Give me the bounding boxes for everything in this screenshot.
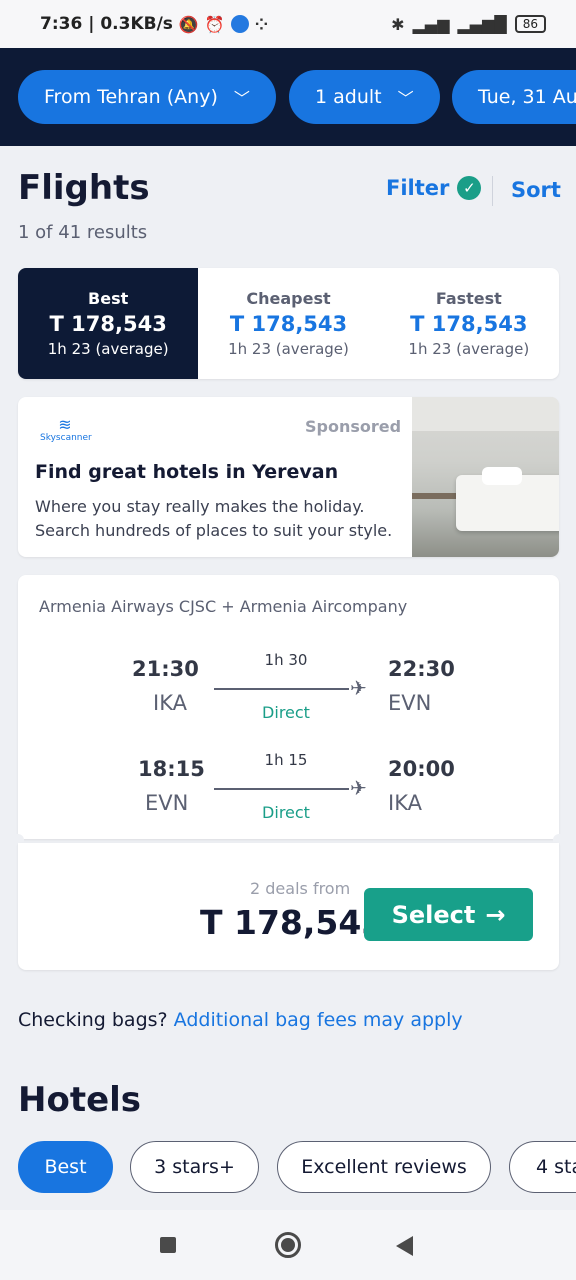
bag-fees-link[interactable]: Additional bag fees may apply [174, 1009, 463, 1031]
hotel-chip-best[interactable]: Best [18, 1141, 113, 1193]
flight-duration: 1h 15 [264, 751, 308, 769]
chevron-down-icon: ﹀ [233, 89, 250, 108]
outbound-leg: 21:30 IKA 1h 30 ✈ Direct 22:30 EVN [18, 645, 559, 725]
departure-airport: EVN [145, 791, 189, 815]
date-selector[interactable]: Tue, 31 Aug [452, 70, 576, 124]
return-leg: 18:15 EVN 1h 15 ✈ Direct 20:00 IKA [18, 745, 559, 825]
route-line [214, 788, 349, 790]
tab-duration: 1h 23 (average) [408, 340, 530, 358]
bag-fees-prefix: Checking bags? [18, 1009, 168, 1031]
select-button[interactable]: Select → [364, 888, 533, 941]
filter-button[interactable]: Filter ✓ [386, 176, 482, 200]
bluetooth-icon: ✱ [391, 14, 405, 34]
search-header: From Tehran (Any) ﹀ 1 adult ﹀ Tue, 31 Au… [0, 48, 576, 146]
sponsored-hotel-ad[interactable]: ≋ Skyscanner Sponsored Find great hotels… [18, 397, 559, 557]
arrival-time: 22:30 [388, 657, 455, 681]
message-app-icon [230, 15, 249, 33]
deals-count: 2 deals from [250, 879, 351, 898]
stops-label: Direct [262, 703, 310, 722]
select-label: Select [391, 900, 476, 929]
back-icon[interactable] [396, 1236, 413, 1256]
skyscanner-logo: ≋ Skyscanner [40, 415, 92, 444]
arrow-right-icon: → [485, 900, 506, 929]
travelers-selector[interactable]: 1 adult ﹀ [289, 70, 440, 124]
departure-time: 18:15 [138, 757, 205, 781]
tab-price: T 178,543 [229, 312, 348, 336]
plane-icon: ✈ [350, 676, 367, 700]
mute-icon: 🔕 [178, 14, 199, 34]
bag-fees-notice: Checking bags? Additional bag fees may a… [18, 1009, 463, 1031]
image-pillow [482, 467, 522, 485]
brand-name: Skyscanner [40, 433, 92, 443]
arrival-time: 20:00 [388, 757, 455, 781]
tab-duration: 1h 23 (average) [228, 340, 349, 358]
app-notification-icon: ⁘ [254, 14, 269, 34]
tab-duration: 1h 23 (average) [47, 340, 169, 358]
flight-duration: 1h 30 [264, 651, 308, 669]
status-bar: 7:36 | 0.3KB/s 🔕 ⏰ ⁘ ✱ ▂▄▆ ▂▄▆█ 86 [0, 0, 576, 48]
tab-price: T 178,543 [49, 312, 167, 336]
travelers-label: 1 adult [315, 86, 382, 108]
sort-button[interactable]: Sort [511, 178, 561, 202]
tab-price: T 178,543 [410, 312, 528, 336]
divider [492, 176, 493, 206]
hotels-heading: Hotels [18, 1080, 142, 1120]
sort-tabs: Best T 178,543 1h 23 (average) Cheapest … [18, 268, 559, 379]
page-title: Flights [18, 168, 150, 208]
ad-description: Where you stay really makes the holiday.… [35, 497, 393, 540]
airline-name: Armenia Airways CJSC + Armenia Aircompan… [39, 597, 408, 616]
route-line [214, 688, 349, 690]
ad-title: Find great hotels in Yerevan [35, 461, 339, 483]
tab-best[interactable]: Best T 178,543 1h 23 (average) [18, 268, 199, 379]
departure-time: 21:30 [132, 657, 199, 681]
status-time-speed: 7:36 | 0.3KB/s [40, 14, 173, 34]
arrival-airport: IKA [388, 791, 422, 815]
signal-icon: ▂▄▆█ [457, 14, 507, 34]
hotel-chip-3-stars[interactable]: 3 stars+ [130, 1141, 259, 1193]
origin-label: From Tehran (Any) [44, 86, 218, 108]
home-icon[interactable] [275, 1232, 301, 1258]
date-label: Tue, 31 Aug [478, 86, 576, 108]
sunrise-icon: ≋ [58, 415, 72, 434]
tab-label: Best [88, 289, 129, 308]
recent-apps-icon[interactable] [160, 1237, 176, 1253]
tab-fastest[interactable]: Fastest T 178,543 1h 23 (average) [379, 268, 559, 379]
results-count: 1 of 41 results [18, 222, 148, 243]
4g-signal-icon: ▂▄▆ [412, 14, 450, 34]
image-ceiling [412, 397, 559, 431]
departure-airport: IKA [153, 691, 187, 715]
arrival-airport: EVN [388, 691, 432, 715]
sponsored-label: Sponsored [305, 417, 402, 436]
hotel-chip-excellent-reviews[interactable]: Excellent reviews [277, 1141, 491, 1193]
hotel-room-image [412, 397, 559, 557]
flight-price: T 178,543 [200, 903, 385, 942]
hotel-chip-4-stars[interactable]: 4 sta [509, 1141, 576, 1193]
price-section: 2 deals from T 178,543 Select → [18, 843, 559, 970]
status-left: 7:36 | 0.3KB/s 🔕 ⏰ ⁘ [40, 14, 268, 34]
filter-label: Filter [386, 176, 450, 200]
chevron-down-icon: ﹀ [397, 89, 414, 108]
tab-label: Fastest [435, 289, 502, 308]
battery-indicator: 86 [514, 15, 546, 33]
tab-cheapest[interactable]: Cheapest T 178,543 1h 23 (average) [198, 268, 378, 379]
stops-label: Direct [262, 803, 310, 822]
origin-selector[interactable]: From Tehran (Any) ﹀ [18, 70, 276, 124]
flight-result-card[interactable]: Armenia Airways CJSC + Armenia Aircompan… [18, 575, 559, 839]
status-right: ✱ ▂▄▆ ▂▄▆█ 86 [391, 15, 546, 34]
tab-label: Cheapest [246, 289, 331, 308]
check-icon: ✓ [457, 176, 482, 200]
alarm-icon: ⏰ [204, 14, 225, 34]
plane-icon: ✈ [350, 776, 367, 800]
